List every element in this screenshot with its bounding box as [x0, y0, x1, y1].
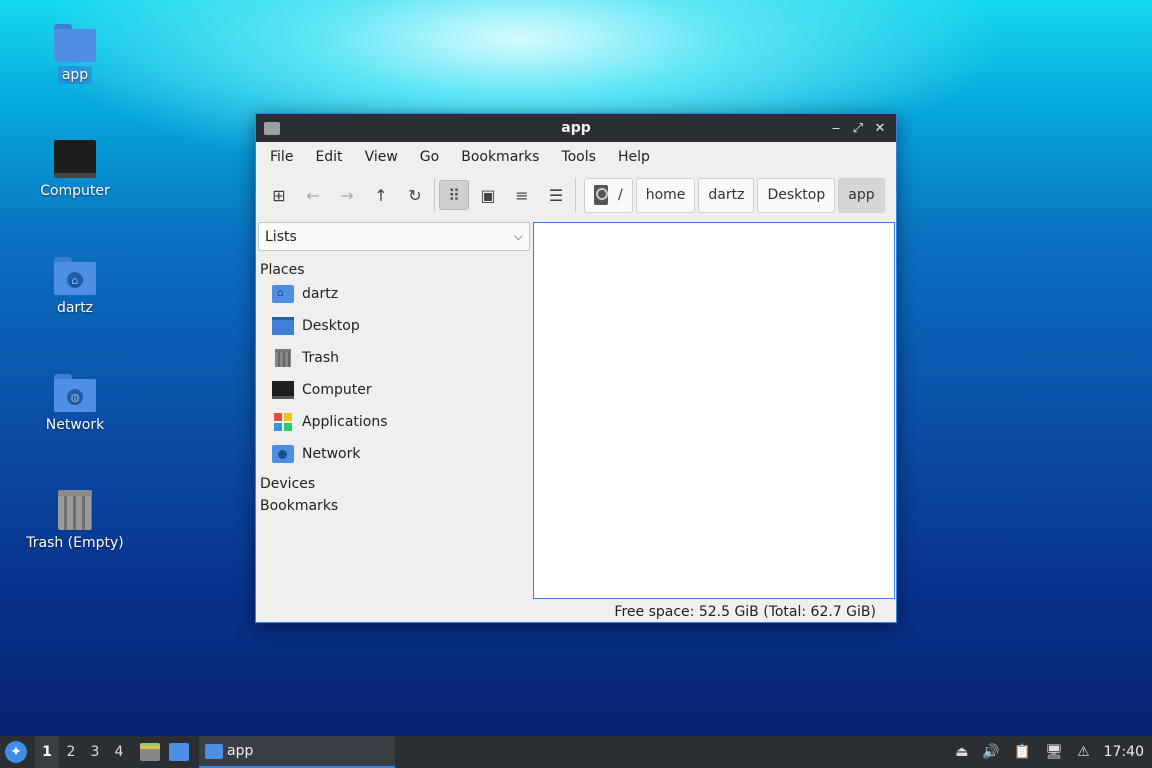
- toolbar-separator: [575, 178, 576, 212]
- sidebar-mode-select[interactable]: Lists ⌵: [258, 222, 530, 251]
- workspace-3[interactable]: 3: [83, 744, 107, 760]
- sidebar-item-label: dartz: [302, 286, 339, 302]
- back-icon[interactable]: ←: [298, 180, 328, 210]
- drive-icon: [594, 185, 608, 205]
- sidebar-item-label: Desktop: [302, 318, 360, 334]
- workspace-4[interactable]: 4: [107, 744, 131, 760]
- compact-view-icon[interactable]: ≡: [507, 180, 537, 210]
- breadcrumb-dartz[interactable]: dartz: [698, 177, 755, 213]
- desktop-icon-label: app: [57, 66, 93, 84]
- home-folder-icon: [272, 285, 294, 303]
- window-title: app: [561, 120, 591, 136]
- breadcrumb-desktop[interactable]: Desktop: [757, 177, 836, 213]
- volume-icon[interactable]: 🔊: [982, 744, 999, 760]
- chevron-down-icon: ⌵: [513, 229, 523, 243]
- section-bookmarks[interactable]: Bookmarks: [260, 498, 530, 514]
- file-view-pane[interactable]: [533, 222, 895, 599]
- network-folder-icon: ◍: [54, 374, 96, 412]
- menu-bookmarks[interactable]: Bookmarks: [450, 149, 550, 165]
- sidebar-item-applications[interactable]: Applications: [258, 406, 530, 438]
- computer-icon: [272, 381, 294, 399]
- home-folder-icon: ⌂: [54, 257, 96, 295]
- desktop-icon-label: Computer: [40, 183, 110, 199]
- file-manager-launcher-icon[interactable]: [140, 743, 160, 761]
- reload-icon[interactable]: ↻: [400, 180, 430, 210]
- breadcrumb: / home dartz Desktop app: [584, 177, 885, 213]
- icon-view-icon[interactable]: ⠿: [439, 180, 469, 210]
- sidebar: Lists ⌵ Places dartz Desktop Trash Compu…: [258, 222, 530, 618]
- breadcrumb-root[interactable]: /: [584, 177, 633, 213]
- computer-icon: [54, 140, 96, 178]
- sidebar-item-label: Applications: [302, 414, 388, 430]
- folder-icon: [205, 743, 223, 759]
- network-icon: [272, 445, 294, 463]
- clock[interactable]: 17:40: [1104, 744, 1144, 760]
- trash-icon: [58, 490, 92, 530]
- new-tab-icon[interactable]: ⊞: [264, 180, 294, 210]
- section-places: Places: [260, 262, 305, 278]
- menu-go[interactable]: Go: [409, 149, 450, 165]
- status-bar: Free space: 52.5 GiB (Total: 62.7 GiB): [614, 604, 876, 620]
- workspace-1[interactable]: 1: [35, 736, 59, 768]
- show-desktop-icon[interactable]: [169, 743, 189, 761]
- sidebar-item-label: Trash: [302, 350, 339, 366]
- forward-icon[interactable]: →: [332, 180, 362, 210]
- menu-tools[interactable]: Tools: [550, 149, 607, 165]
- menu-edit[interactable]: Edit: [304, 149, 353, 165]
- minimize-button[interactable]: ‒: [828, 121, 844, 136]
- file-manager-window: app ‒ ⤢ ✕ File Edit View Go Bookmarks To…: [255, 113, 897, 623]
- taskbar: ✦ 1 2 3 4 app ⏏ 🔊 📋 🖥 ⚠ 17:40: [0, 736, 1152, 768]
- clipboard-icon[interactable]: 📋: [1014, 744, 1031, 760]
- breadcrumb-root-label: /: [618, 187, 623, 203]
- detailed-list-icon[interactable]: ☰: [541, 180, 571, 210]
- up-icon[interactable]: ↑: [366, 180, 396, 210]
- folder-icon: [264, 121, 280, 135]
- update-notifier-icon[interactable]: ⚠: [1077, 744, 1090, 760]
- desktop-icon-trash[interactable]: Trash (Empty): [20, 490, 130, 552]
- trash-icon: [275, 349, 291, 367]
- desktop-icon-network[interactable]: ◍ Network: [20, 374, 130, 434]
- desktop-icon: [272, 317, 294, 335]
- desktop-icon-label: dartz: [56, 300, 94, 316]
- desktop-icon-computer[interactable]: Computer: [20, 140, 130, 200]
- toolbar: ⊞ ← → ↑ ↻ ⠿ ▣ ≡ ☰ / home dartz Desktop a…: [256, 171, 896, 219]
- titlebar[interactable]: app ‒ ⤢ ✕: [256, 114, 896, 142]
- taskbar-task-app[interactable]: app: [199, 736, 395, 768]
- breadcrumb-home[interactable]: home: [635, 177, 696, 213]
- applications-icon: [274, 413, 292, 431]
- maximize-button[interactable]: ⤢: [850, 121, 866, 136]
- sidebar-item-label: Network: [302, 446, 361, 462]
- eject-icon[interactable]: ⏏: [955, 744, 968, 760]
- system-tray: ⏏ 🔊 📋 🖥 ⚠ 17:40: [955, 744, 1152, 760]
- network-monitor-icon[interactable]: 🖥: [1045, 744, 1063, 760]
- folder-icon: [54, 24, 96, 62]
- sidebar-item-dartz[interactable]: dartz: [258, 278, 530, 310]
- task-label: app: [227, 743, 254, 759]
- desktop-icon-label: Network: [45, 417, 105, 433]
- toolbar-separator: [434, 178, 435, 212]
- sidebar-item-desktop[interactable]: Desktop: [258, 310, 530, 342]
- close-button[interactable]: ✕: [872, 121, 888, 136]
- desktop-icon-dartz[interactable]: ⌂ dartz: [20, 257, 130, 317]
- sidebar-mode-value: Lists: [265, 228, 297, 245]
- desktop-icon-label: Trash (Empty): [26, 535, 124, 551]
- sidebar-item-computer[interactable]: Computer: [258, 374, 530, 406]
- start-menu-icon[interactable]: ✦: [5, 741, 27, 763]
- breadcrumb-app[interactable]: app: [838, 177, 885, 213]
- sidebar-item-trash[interactable]: Trash: [258, 342, 530, 374]
- menubar: File Edit View Go Bookmarks Tools Help: [256, 142, 896, 171]
- workspace-2[interactable]: 2: [59, 744, 83, 760]
- desktop-icon-app[interactable]: app: [20, 24, 130, 84]
- menu-help[interactable]: Help: [607, 149, 661, 165]
- thumbnail-view-icon[interactable]: ▣: [473, 180, 503, 210]
- sidebar-item-network[interactable]: Network: [258, 438, 530, 470]
- menu-view[interactable]: View: [354, 149, 409, 165]
- menu-file[interactable]: File: [259, 149, 304, 165]
- section-devices[interactable]: Devices: [260, 476, 530, 492]
- sidebar-item-label: Computer: [302, 382, 372, 398]
